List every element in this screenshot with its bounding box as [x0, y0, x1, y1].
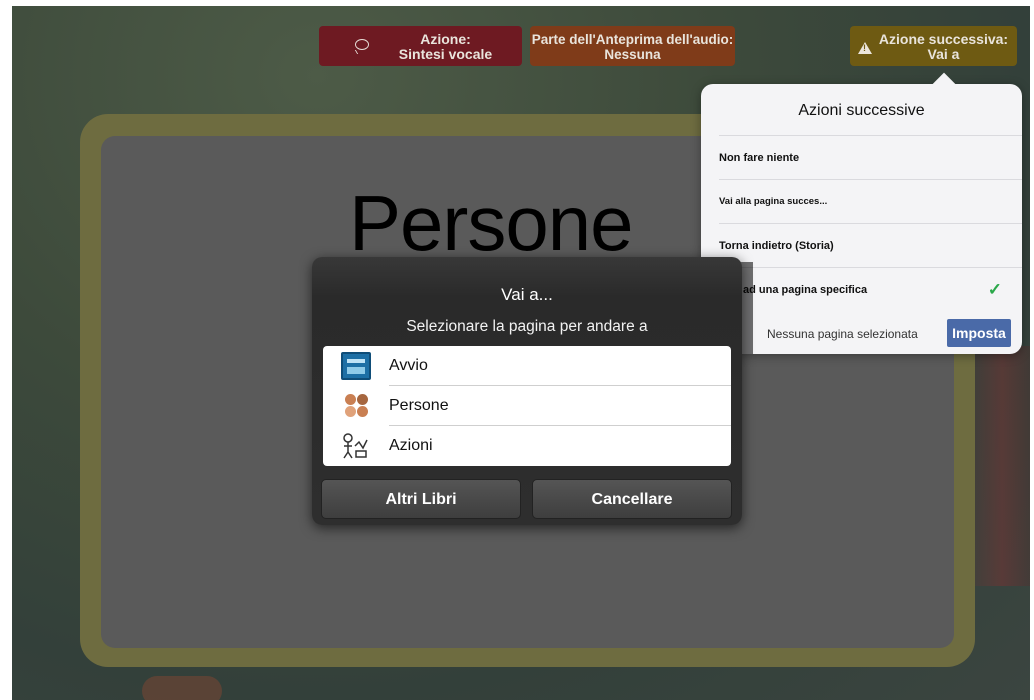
- next-actions-popover: Azioni successive Non fare niente Vai al…: [701, 72, 1022, 354]
- action-speech-value: Sintesi vocale: [398, 46, 493, 62]
- page-item-label: Avvio: [389, 357, 428, 374]
- next-action-value: Vai a: [927, 46, 960, 62]
- card-title: Persone: [349, 179, 634, 267]
- people-icon: [341, 392, 371, 420]
- set-button[interactable]: Imposta: [947, 319, 1011, 347]
- cancel-button[interactable]: Cancellare: [532, 479, 732, 519]
- option-do-nothing[interactable]: Non fare niente: [719, 135, 1022, 180]
- action-speech-label: Azione:: [420, 31, 471, 47]
- option-label: Non fare niente: [719, 152, 800, 164]
- goto-page-dialog: Vai a... Selezionare la pagina per andar…: [312, 257, 742, 525]
- next-action-label: Azione successiva:: [878, 31, 1009, 47]
- background-decoration: [142, 676, 222, 700]
- option-label: ad una pagina specifica: [743, 284, 868, 296]
- page-item-persone[interactable]: Persone: [323, 386, 731, 426]
- audio-preview-label: Parte dell'Anteprima dell'audio:: [531, 32, 734, 47]
- option-next-page[interactable]: Vai alla pagina succes...: [719, 179, 1022, 224]
- audio-preview-button[interactable]: Parte dell'Anteprima dell'audio: Nessuna: [530, 26, 735, 66]
- page-item-label: Persone: [389, 397, 449, 414]
- option-label: Vai alla pagina succes...: [719, 196, 828, 207]
- board-icon: [341, 352, 371, 380]
- page-item-avvio[interactable]: Avvio: [323, 346, 731, 386]
- dialog-title: Vai a...: [501, 285, 553, 304]
- page-item-azioni[interactable]: Azioni: [323, 426, 731, 466]
- option-label: Torna indietro (Storia): [719, 240, 834, 252]
- app-background: Azione: Sintesi vocale Parte dell'Antepr…: [12, 6, 1030, 700]
- other-books-button[interactable]: Altri Libri: [321, 479, 521, 519]
- checkmark-icon: ✓: [987, 280, 1002, 299]
- page-list: Avvio Persone Azioni: [323, 346, 731, 466]
- action-speech-button[interactable]: Azione: Sintesi vocale: [319, 26, 522, 66]
- no-page-selected-text: Nessuna pagina selezionata: [767, 327, 918, 341]
- next-action-button[interactable]: Azione successiva: Vai a: [850, 26, 1017, 66]
- warning-icon: [858, 42, 872, 54]
- speech-bubble-icon: [355, 39, 369, 50]
- option-go-back[interactable]: Torna indietro (Storia): [719, 223, 1022, 268]
- popover-title: Azioni successive: [798, 102, 925, 119]
- dialog-subtitle: Selezionare la pagina per andare a: [406, 318, 648, 335]
- audio-preview-value: Nessuna: [604, 47, 661, 62]
- popover-arrow: [932, 72, 956, 96]
- actions-icon: [341, 432, 371, 460]
- page-item-label: Azioni: [389, 437, 433, 454]
